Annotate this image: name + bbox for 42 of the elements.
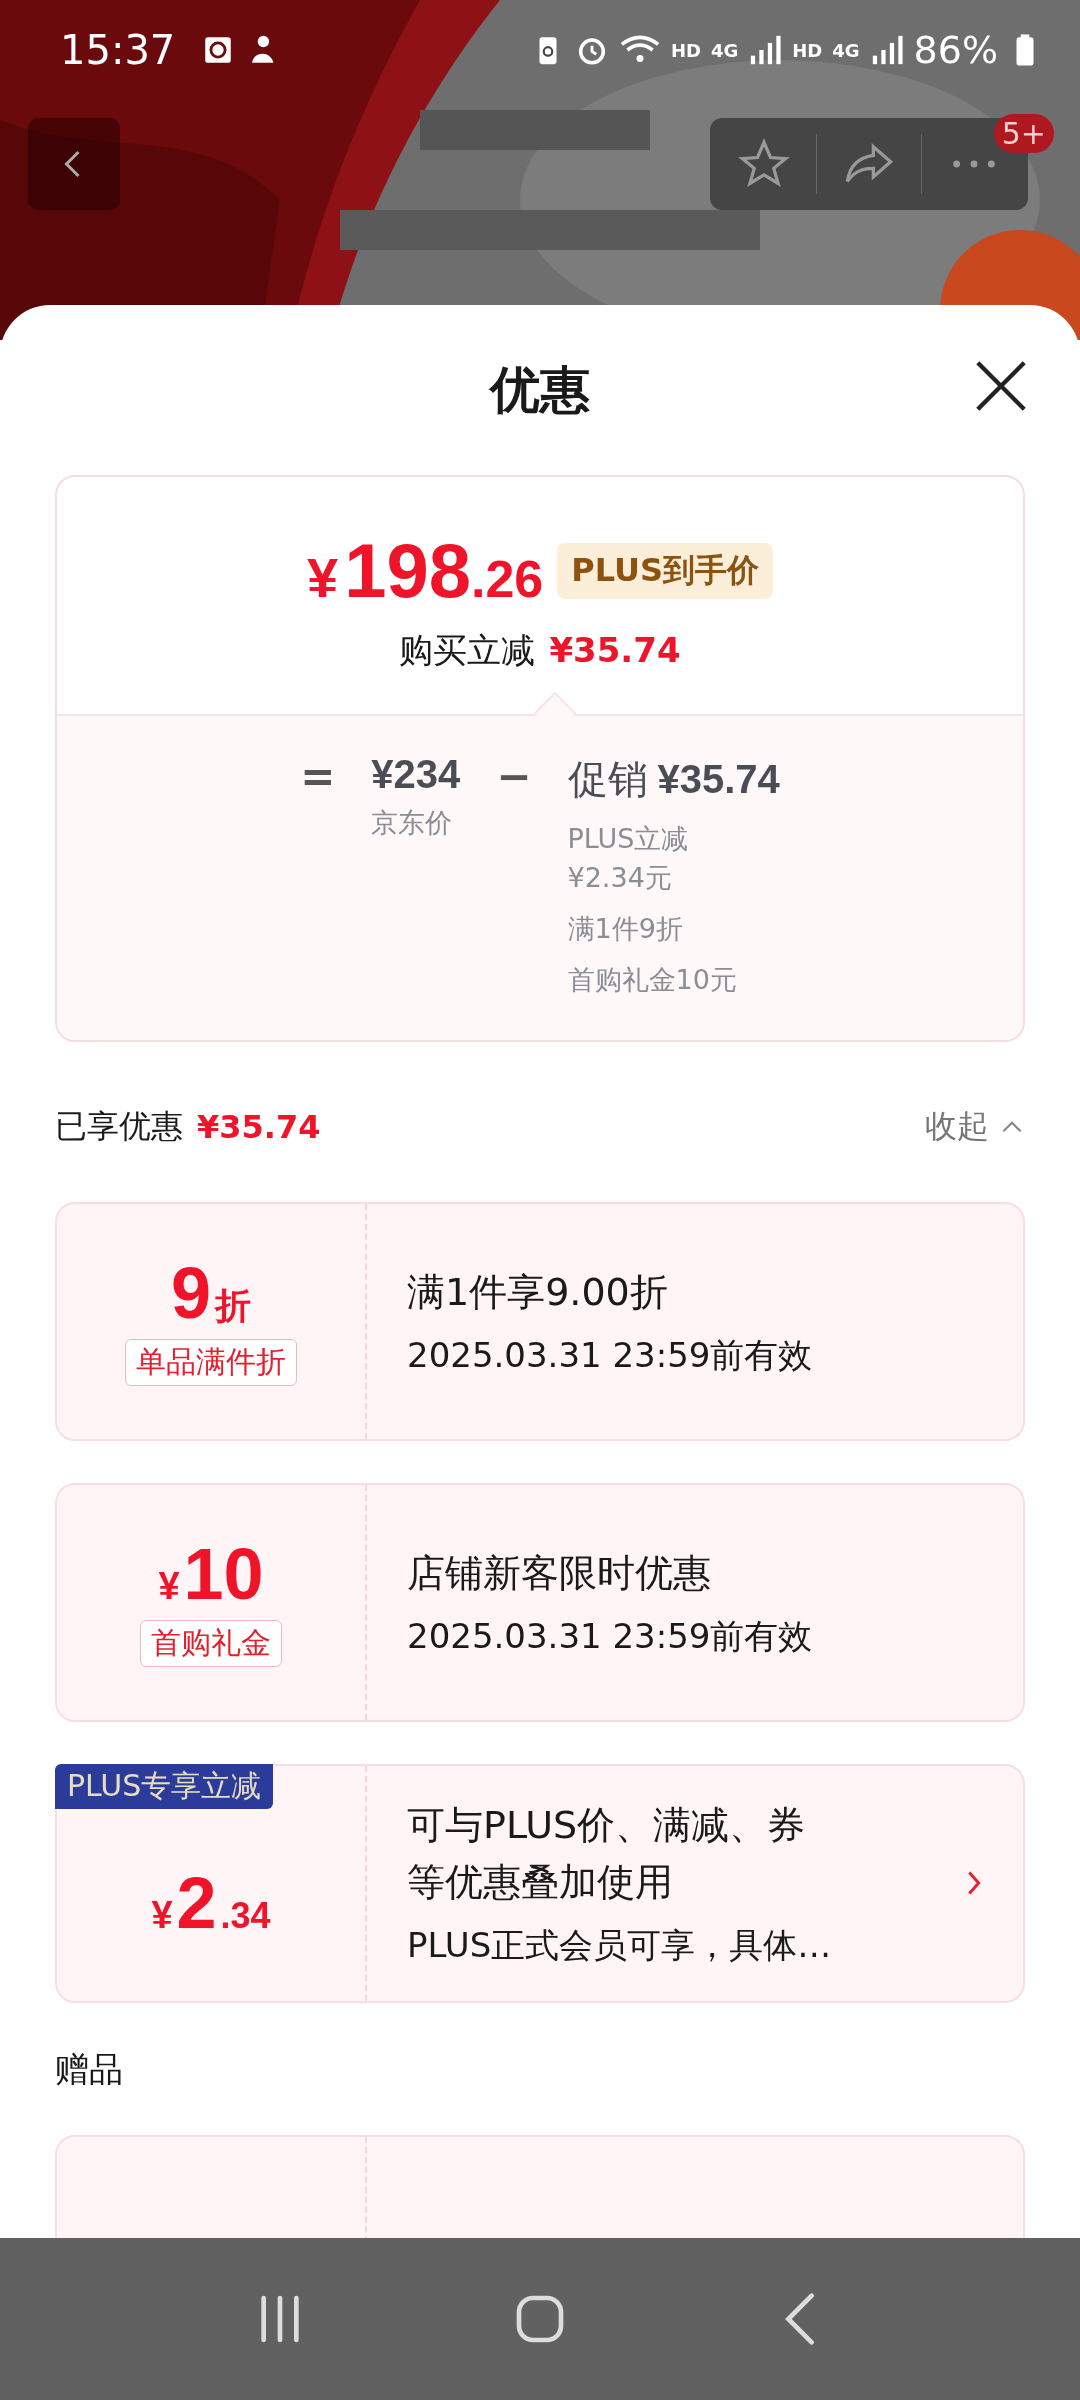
coupon-card[interactable]: ¥10 首购礼金 店铺新客限时优惠 2025.03.31 23:59前有效	[55, 1482, 1025, 1722]
coupon-tag: 单品满件折	[125, 1338, 297, 1386]
price-tag: PLUS到手价	[557, 542, 773, 599]
coupon-value: ¥10	[158, 1537, 264, 1610]
plus-ribbon: PLUS专享立减	[55, 1763, 274, 1809]
promo-amount: ¥35.74	[657, 757, 780, 802]
applied-label: 已享优惠	[55, 1105, 183, 1147]
coupon-card[interactable]: 9折 单品满件折 满1件享9.00折 2025.03.31 23:59前有效	[55, 1201, 1025, 1441]
coupon-title: 可与PLUS价、满减、券 等优惠叠加使用	[407, 1802, 807, 1907]
promo-item: PLUS立减¥2.34元	[567, 822, 690, 896]
applied-amount: ¥35.74	[197, 1107, 321, 1146]
star-icon[interactable]	[738, 138, 790, 190]
reduce-label: 购买立减	[399, 629, 536, 672]
coupon-note: PLUS正式会员可享，具体…	[407, 1924, 833, 1968]
reduce-amount: ¥35.74	[549, 630, 681, 670]
coupon-card[interactable]: PLUS专享立减 ¥2.34 可与PLUS价、满减、券 等优惠叠加使用 PLUS正式会员可享，具体…	[55, 1763, 1025, 2003]
network-label: HD	[670, 39, 701, 61]
coupon-note: 2025.03.31 23:59前有效	[407, 1333, 814, 1377]
base-label: 京东价	[371, 806, 454, 840]
coupon-title: 店铺新客限时优惠	[407, 1549, 712, 1597]
promo-item: 满1件9折	[567, 912, 684, 947]
battery-level: 86%	[913, 28, 998, 72]
coupon-tag: 首购礼金	[140, 1619, 282, 1667]
coupon-note: 2025.03.31 23:59前有效	[407, 1614, 814, 1658]
coupon-title: 满1件享9.00折	[407, 1268, 669, 1316]
sheet-title: 优惠	[490, 359, 590, 421]
signal-icon	[748, 33, 783, 67]
coupon-value: ¥2.34	[151, 1867, 271, 1940]
gifts-heading: 赠品	[55, 2047, 123, 2091]
promo-label: 促销	[567, 755, 648, 804]
coupon-value: 9折	[170, 1256, 251, 1329]
network-label: 4G	[832, 39, 860, 61]
final-price: ¥198.26	[307, 527, 544, 614]
base-price: ¥234	[371, 752, 461, 797]
collapse-toggle[interactable]: 收起	[925, 1104, 1025, 1149]
network-label: 4G	[710, 39, 739, 61]
minus-sign: −	[496, 752, 532, 801]
network-label: HD	[792, 39, 823, 61]
clock: 15:37	[60, 27, 176, 73]
equals-sign: =	[300, 752, 336, 801]
notification-badge: 5+	[993, 114, 1054, 153]
promo-item: 首购礼金10元	[567, 963, 738, 998]
